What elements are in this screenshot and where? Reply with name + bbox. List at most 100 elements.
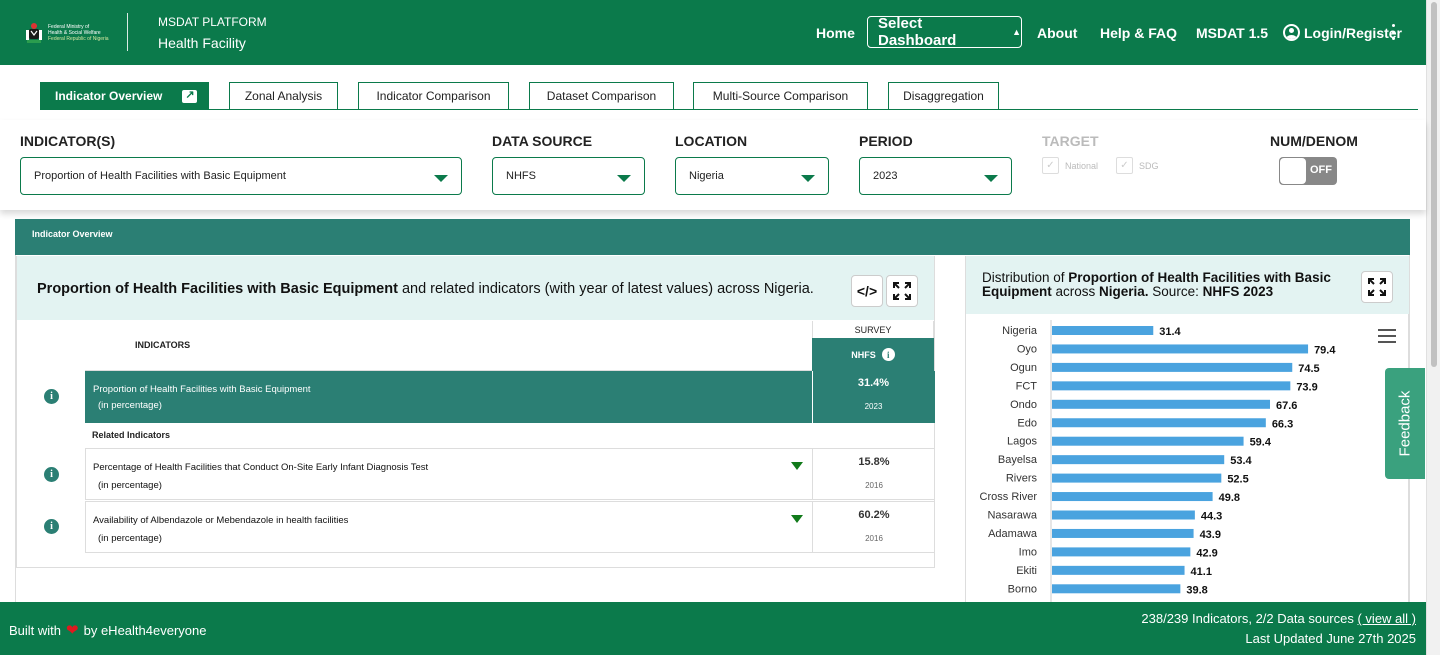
tab-dataset-comparison[interactable]: Dataset Comparison: [529, 82, 674, 110]
data-label: 43.9: [1200, 529, 1221, 541]
category-label: Ekiti: [1016, 565, 1037, 577]
nav-about[interactable]: About: [1037, 0, 1077, 65]
bar[interactable]: [1052, 584, 1181, 594]
location-label: LOCATION: [675, 133, 748, 149]
bar[interactable]: [1052, 492, 1213, 502]
category-label: Cross River: [980, 491, 1038, 503]
table-row-main[interactable]: Proportion of Health Facilities with Bas…: [85, 371, 935, 423]
bar[interactable]: [1052, 344, 1309, 354]
category-label: Bayelsa: [998, 454, 1038, 466]
col-survey: SURVEY: [812, 321, 934, 338]
num-denom-label: NUM/DENOM: [1270, 133, 1358, 149]
footer: Built with ❤ by eHealth4everyone 238/239…: [0, 602, 1426, 655]
bar[interactable]: [1052, 418, 1266, 428]
platform-title: MSDAT PLATFORM Health Facility: [158, 15, 267, 51]
bar[interactable]: [1052, 510, 1195, 520]
data-label: 42.9: [1196, 547, 1217, 559]
category-label: Imo: [1019, 546, 1037, 558]
indicator-select[interactable]: Proportion of Health Facilities with Bas…: [20, 157, 462, 195]
page-scrollbar[interactable]: [1426, 0, 1440, 655]
location-select[interactable]: Nigeria: [675, 157, 829, 195]
view-all-link[interactable]: ( view all ): [1357, 611, 1416, 626]
caret-up-icon: ▲: [1012, 27, 1021, 37]
info-icon[interactable]: i: [44, 467, 59, 482]
bar[interactable]: [1052, 565, 1185, 575]
chevron-down-icon: [434, 175, 448, 182]
tab-indicator-overview[interactable]: Indicator Overview: [40, 82, 209, 110]
data-label: 59.4: [1250, 437, 1272, 449]
data-label: 41.1: [1191, 566, 1212, 578]
category-label: Edo: [1017, 417, 1037, 429]
category-label: FCT: [1016, 380, 1038, 392]
bar[interactable]: [1052, 455, 1225, 465]
info-icon[interactable]: i: [881, 348, 895, 361]
category-label: Nigeria: [1002, 325, 1038, 337]
nav-help-faq[interactable]: Help & FAQ: [1100, 0, 1177, 65]
trend-down-icon: [791, 462, 803, 470]
data-label: 49.8: [1219, 492, 1240, 504]
data-label: 66.3: [1272, 418, 1293, 430]
related-indicators-label: Related Indicators: [92, 430, 171, 440]
target-sdg-checkbox[interactable]: ✓ SDG: [1116, 157, 1159, 174]
tab-disaggregation[interactable]: Disaggregation: [888, 82, 999, 110]
category-label: Nasarawa: [987, 510, 1037, 522]
nav-home[interactable]: Home: [816, 0, 855, 65]
coat-of-arms-icon: [26, 23, 42, 43]
last-updated: Last Updated June 27th 2025: [1245, 631, 1416, 646]
bar[interactable]: [1052, 528, 1194, 538]
bar[interactable]: [1052, 547, 1191, 557]
code-icon: </>: [856, 283, 878, 299]
select-dashboard-button[interactable]: Select Dashboard ▲: [867, 15, 1022, 49]
bar[interactable]: [1052, 326, 1154, 335]
nav-login-register[interactable]: Login/Register: [1283, 0, 1402, 65]
check-icon: ✓: [1116, 157, 1133, 174]
col-nhfs: NHFS i: [812, 338, 934, 371]
category-label: Ogun: [1010, 362, 1037, 374]
data-source-select[interactable]: NHFS: [492, 157, 645, 195]
indicator-label: INDICATOR(S): [20, 133, 116, 149]
header-divider: [127, 13, 128, 51]
section-header: Indicator Overview: [15, 219, 1410, 255]
num-denom-toggle[interactable]: OFF: [1279, 157, 1337, 185]
logo-text: Federal Ministry of Health & Social Welf…: [48, 24, 109, 42]
data-label: 52.5: [1227, 474, 1248, 486]
target-national-checkbox[interactable]: ✓ National: [1042, 157, 1098, 174]
table-row[interactable]: Percentage of Health Facilities that Con…: [85, 448, 935, 500]
data-label: 73.9: [1296, 381, 1317, 393]
category-label: Rivers: [1006, 473, 1038, 485]
chart-fullscreen-button[interactable]: [1361, 271, 1393, 303]
chart-panel-header: Distribution of Proportion of Health Fac…: [966, 256, 1409, 314]
row-value-cell: 60.2% 2016: [812, 502, 935, 552]
heart-icon: ❤: [66, 622, 79, 639]
table-row[interactable]: Availability of Albendazole or Mebendazo…: [85, 501, 935, 553]
nav-msdat-version[interactable]: MSDAT 1.5: [1196, 0, 1268, 65]
tab-indicator-comparison[interactable]: Indicator Comparison: [358, 82, 509, 110]
table-panel-title: Proportion of Health Facilities with Bas…: [37, 281, 814, 297]
feedback-button[interactable]: Feedback: [1385, 368, 1425, 479]
more-menu-icon[interactable]: [1392, 24, 1396, 40]
info-icon[interactable]: i: [44, 389, 59, 404]
ministry-logo[interactable]: Federal Ministry of Health & Social Welf…: [24, 19, 114, 47]
info-icon[interactable]: i: [44, 519, 59, 534]
bar[interactable]: [1052, 436, 1244, 446]
expand-icon: [893, 282, 911, 300]
embed-code-button[interactable]: </>: [851, 275, 883, 307]
bar[interactable]: [1052, 399, 1271, 409]
top-header: Federal Ministry of Health & Social Welf…: [0, 0, 1426, 65]
check-icon: ✓: [1042, 157, 1059, 174]
row-value-cell: 31.4% 2023: [812, 371, 934, 423]
tab-zonal-analysis[interactable]: Zonal Analysis: [229, 82, 338, 110]
bar[interactable]: [1052, 473, 1222, 483]
row-label: Percentage of Health Facilities that Con…: [93, 462, 429, 491]
fullscreen-button[interactable]: [886, 275, 918, 307]
chevron-down-icon: [617, 175, 631, 182]
category-label: Borno: [1008, 583, 1037, 595]
trend-down-icon: [791, 515, 803, 523]
bar[interactable]: [1052, 362, 1293, 372]
category-label: Oyo: [1017, 343, 1037, 355]
tab-multi-source-comparison[interactable]: Multi-Source Comparison: [693, 82, 868, 110]
distribution-chart-panel: Distribution of Proportion of Health Fac…: [965, 256, 1409, 602]
category-label: Ondo: [1010, 399, 1037, 411]
period-select[interactable]: 2023: [859, 157, 1012, 195]
bar[interactable]: [1052, 381, 1291, 391]
